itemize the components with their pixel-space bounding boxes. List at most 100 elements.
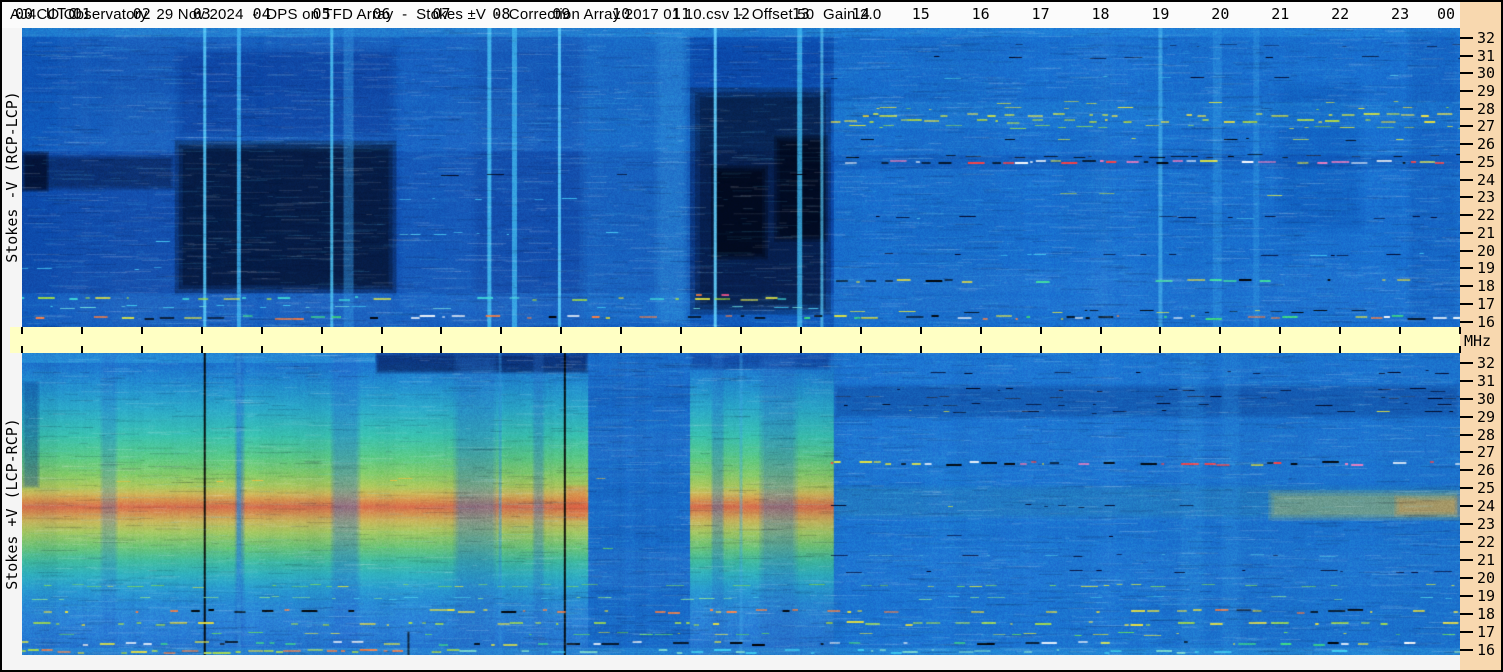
- freq-tick: [1460, 523, 1473, 526]
- hour-tick: [620, 346, 623, 353]
- hour-tick: [1399, 327, 1402, 334]
- freq-tick: [1460, 379, 1473, 382]
- hour-tick: [1339, 346, 1342, 353]
- hour-tick: [799, 327, 802, 334]
- freq-tick: [1460, 397, 1473, 400]
- freq-tick: [1460, 36, 1473, 39]
- hour-tick: [859, 346, 862, 353]
- hour-tick: [80, 346, 83, 353]
- freq-tick: [1460, 267, 1473, 270]
- hour-tick: [320, 327, 323, 334]
- hour-tick: [740, 346, 742, 353]
- freq-label: 23: [1477, 515, 1496, 534]
- hour-tick: [799, 346, 802, 353]
- freq-tick: [1460, 361, 1473, 364]
- freq-tick: [1460, 487, 1473, 490]
- freq-tick: [1460, 320, 1473, 323]
- hour-label: 12: [731, 5, 751, 23]
- freq-label: 25: [1477, 152, 1496, 171]
- hour-tick: [1219, 346, 1222, 353]
- freq-label: 24: [1477, 170, 1496, 189]
- freq-label: 23: [1477, 188, 1496, 207]
- hour-tick: [859, 327, 862, 334]
- hour-label-00-start: 00: [14, 5, 34, 23]
- freq-label: 16: [1477, 312, 1496, 331]
- freq-tick: [1460, 612, 1473, 615]
- hour-tick: [1339, 327, 1342, 334]
- hour-label: 21: [1271, 5, 1290, 23]
- hour-label: 02: [132, 5, 151, 23]
- freq-tick: [1460, 143, 1473, 146]
- hour-label: 16: [971, 5, 990, 23]
- hour-label: 19: [1151, 5, 1170, 23]
- hour-tick: [1099, 346, 1102, 353]
- freq-tick: [1460, 231, 1473, 234]
- freq-label: 24: [1477, 497, 1496, 516]
- freq-tick: [1460, 302, 1473, 305]
- hour-label: 23: [1391, 5, 1410, 23]
- freq-tick: [1460, 594, 1473, 597]
- hour-label: 01: [72, 5, 91, 23]
- freq-tick: [1460, 125, 1473, 128]
- app-window: { "window": { "title": "AJ4CO Observator…: [0, 0, 1503, 672]
- freq-label: 22: [1477, 206, 1496, 225]
- freq-tick: [1460, 415, 1473, 418]
- hour-tick: [320, 346, 323, 353]
- hour-tick: [380, 346, 383, 353]
- hour-tick: [21, 346, 23, 353]
- freq-tick: [1460, 54, 1473, 57]
- hour-tick: [1159, 327, 1162, 334]
- stokes-plus-v-spectrogram: [22, 353, 1460, 655]
- hour-tick: [979, 327, 982, 334]
- freq-label: 16: [1477, 640, 1496, 659]
- freq-label: 26: [1477, 461, 1496, 480]
- hour-tick: [140, 327, 143, 334]
- hour-tick: [680, 327, 683, 334]
- hour-tick: [740, 327, 742, 334]
- freq-label: 28: [1477, 99, 1496, 118]
- freq-tick: [1460, 160, 1473, 163]
- freq-label: 19: [1477, 259, 1496, 278]
- freq-tick: [1460, 89, 1473, 92]
- freq-tick: [1460, 433, 1473, 436]
- hour-tick: [1099, 327, 1102, 334]
- hour-label: 09: [552, 5, 571, 23]
- freq-tick: [1460, 469, 1473, 472]
- hour-label: 11: [672, 5, 691, 23]
- freq-label: 25: [1477, 479, 1496, 498]
- hour-tick: [260, 327, 263, 334]
- hour-label: 13: [791, 5, 810, 23]
- hour-tick: [560, 346, 563, 353]
- hour-label: 14: [851, 5, 870, 23]
- freq-tick: [1460, 630, 1473, 633]
- freq-tick: [1460, 648, 1473, 651]
- freq-tick: [1460, 214, 1473, 217]
- freq-label: 27: [1477, 117, 1496, 136]
- hour-tick: [620, 327, 623, 334]
- freq-label: 27: [1477, 443, 1496, 462]
- hour-tick: [919, 327, 922, 334]
- bottom-margin-strip: [2, 655, 1460, 670]
- hour-label: 07: [432, 5, 451, 23]
- hour-tick: [200, 346, 203, 353]
- freq-label: 18: [1477, 604, 1496, 623]
- hour-tick: [1279, 327, 1282, 334]
- mhz-unit-label: MHz: [1464, 332, 1492, 350]
- hour-tick: [260, 346, 263, 353]
- hour-label: 04: [252, 5, 271, 23]
- stokes-minus-v-spectrogram: [22, 28, 1460, 327]
- hour-label: 05: [312, 5, 331, 23]
- freq-tick: [1460, 107, 1473, 110]
- hour-label: 03: [192, 5, 211, 23]
- hour-tick: [440, 327, 443, 334]
- freq-label: 28: [1477, 425, 1496, 444]
- hour-label: 06: [372, 5, 391, 23]
- freq-label: 32: [1477, 353, 1496, 372]
- freq-label: 20: [1477, 568, 1496, 587]
- freq-label: 20: [1477, 241, 1496, 260]
- hour-label: 10: [612, 5, 631, 23]
- freq-tick: [1460, 285, 1473, 288]
- freq-label: 19: [1477, 586, 1496, 605]
- hour-tick: [1039, 327, 1042, 334]
- freq-label: 31: [1477, 371, 1496, 390]
